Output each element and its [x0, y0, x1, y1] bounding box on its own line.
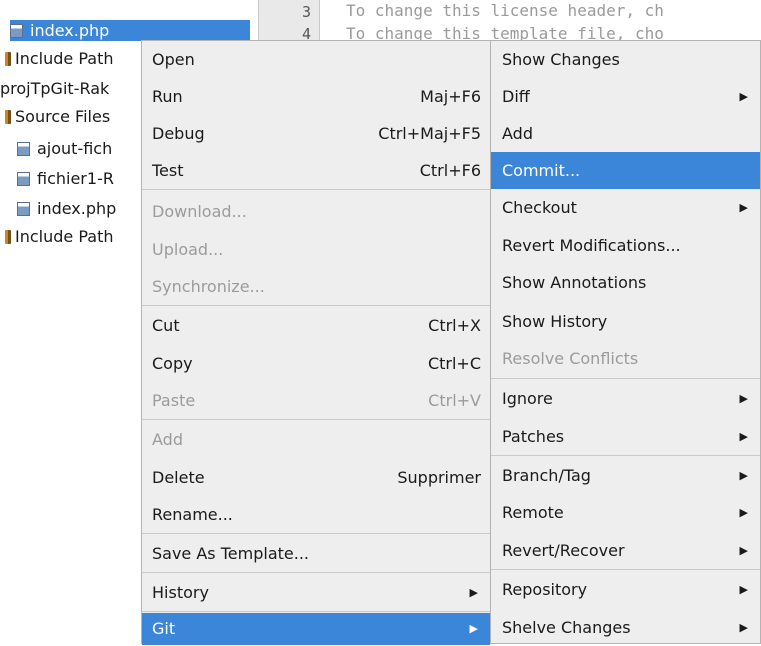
- menu-item-download[interactable]: Download...: [142, 193, 490, 230]
- menu-item-cut[interactable]: Cut Ctrl+X: [142, 307, 490, 344]
- submenu-arrow-icon: ▶: [739, 544, 748, 557]
- submenu-arrow-icon: ▶: [739, 621, 748, 634]
- shortcut-label: Ctrl+Maj+F5: [378, 124, 481, 143]
- tree-item-source-files[interactable]: Source Files: [5, 106, 110, 127]
- submenu-arrow-icon: ▶: [739, 90, 748, 103]
- git-item-checkout[interactable]: Checkout ▶: [491, 189, 760, 226]
- tree-item-index-php-selected[interactable]: index.php: [10, 20, 250, 41]
- menu-item-history[interactable]: History ▶: [142, 574, 490, 611]
- submenu-arrow-icon: ▶: [739, 469, 748, 482]
- library-icon: [5, 110, 11, 124]
- menu-separator: [142, 572, 490, 573]
- shortcut-label: Ctrl+X: [428, 316, 481, 335]
- menu-separator: [142, 419, 490, 420]
- menu-item-synchronize[interactable]: Synchronize...: [142, 268, 490, 305]
- git-item-show-history[interactable]: Show History: [491, 303, 760, 340]
- shortcut-label: Ctrl+C: [427, 354, 481, 373]
- git-item-revert-recover[interactable]: Revert/Recover ▶: [491, 532, 760, 569]
- menu-separator: [142, 305, 490, 306]
- menu-item-delete[interactable]: Delete Supprimer: [142, 459, 490, 496]
- git-item-add[interactable]: Add: [491, 115, 760, 152]
- menu-item-paste[interactable]: Paste Ctrl+V: [142, 382, 490, 419]
- line-number: 3: [301, 3, 311, 21]
- context-menu: Open Run Maj+F6 Debug Ctrl+Maj+F5 Test C…: [141, 40, 491, 645]
- shortcut-label: Maj+F6: [420, 87, 481, 106]
- menu-item-open[interactable]: Open: [142, 41, 490, 78]
- php-file-icon: [17, 202, 30, 216]
- git-item-remote[interactable]: Remote ▶: [491, 494, 760, 531]
- menu-separator: [491, 455, 760, 456]
- git-item-ignore[interactable]: Ignore ▶: [491, 380, 760, 417]
- git-item-revert-modifications[interactable]: Revert Modifications...: [491, 227, 760, 264]
- library-icon: [5, 230, 11, 244]
- submenu-arrow-icon: ▶: [469, 622, 478, 635]
- submenu-arrow-icon: ▶: [469, 586, 478, 599]
- git-item-show-annotations[interactable]: Show Annotations: [491, 264, 760, 301]
- git-item-branch-tag[interactable]: Branch/Tag ▶: [491, 457, 760, 494]
- menu-item-git[interactable]: Git ▶: [142, 613, 490, 645]
- git-item-repository[interactable]: Repository ▶: [491, 571, 760, 608]
- git-item-patches[interactable]: Patches ▶: [491, 418, 760, 455]
- shortcut-label: Ctrl+F6: [419, 161, 481, 180]
- git-item-shelve-changes[interactable]: Shelve Changes ▶: [491, 609, 760, 646]
- git-item-show-changes[interactable]: Show Changes: [491, 41, 760, 78]
- library-icon: [5, 52, 11, 66]
- submenu-arrow-icon: ▶: [739, 506, 748, 519]
- menu-separator: [142, 533, 490, 534]
- code-line: To change this license header, ch: [346, 1, 664, 20]
- menu-separator: [142, 611, 490, 612]
- menu-item-run[interactable]: Run Maj+F6: [142, 78, 490, 115]
- code-line: To change this template file, cho: [346, 24, 664, 40]
- git-submenu: Show Changes Diff ▶ Add Commit... Checko…: [490, 40, 761, 644]
- menu-separator: [491, 378, 760, 379]
- git-item-resolve-conflicts[interactable]: Resolve Conflicts: [491, 340, 760, 377]
- editor-gutter: 3 4: [258, 0, 320, 43]
- php-file-icon: [10, 24, 23, 38]
- tree-item-project[interactable]: projTpGit-Rak: [0, 78, 109, 99]
- menu-item-rename[interactable]: Rename...: [142, 496, 490, 533]
- tree-item-index-php[interactable]: index.php: [17, 198, 116, 219]
- shortcut-label: Ctrl+V: [428, 391, 481, 410]
- submenu-arrow-icon: ▶: [739, 430, 748, 443]
- submenu-arrow-icon: ▶: [739, 201, 748, 214]
- tree-item-ajout-fich[interactable]: ajout-fich: [17, 138, 112, 159]
- php-file-icon: [17, 172, 30, 186]
- shortcut-label: Supprimer: [397, 468, 481, 487]
- menu-separator: [491, 569, 760, 570]
- git-item-commit[interactable]: Commit...: [491, 152, 760, 189]
- tree-item-include-path-2[interactable]: Include Path: [5, 226, 113, 247]
- git-item-diff[interactable]: Diff ▶: [491, 78, 760, 115]
- code-editor[interactable]: To change this license header, ch To cha…: [320, 0, 761, 40]
- menu-item-test[interactable]: Test Ctrl+F6: [142, 152, 490, 189]
- tree-item-include-path[interactable]: Include Path: [5, 48, 113, 69]
- php-file-icon: [17, 142, 30, 156]
- menu-item-copy[interactable]: Copy Ctrl+C: [142, 345, 490, 382]
- menu-item-add[interactable]: Add: [142, 421, 490, 458]
- menu-separator: [142, 189, 490, 190]
- menu-item-save-as-template[interactable]: Save As Template...: [142, 535, 490, 572]
- menu-item-debug[interactable]: Debug Ctrl+Maj+F5: [142, 115, 490, 152]
- submenu-arrow-icon: ▶: [739, 392, 748, 405]
- tree-item-fichier1[interactable]: fichier1-R: [17, 168, 114, 189]
- submenu-arrow-icon: ▶: [739, 583, 748, 596]
- menu-item-upload[interactable]: Upload...: [142, 231, 490, 268]
